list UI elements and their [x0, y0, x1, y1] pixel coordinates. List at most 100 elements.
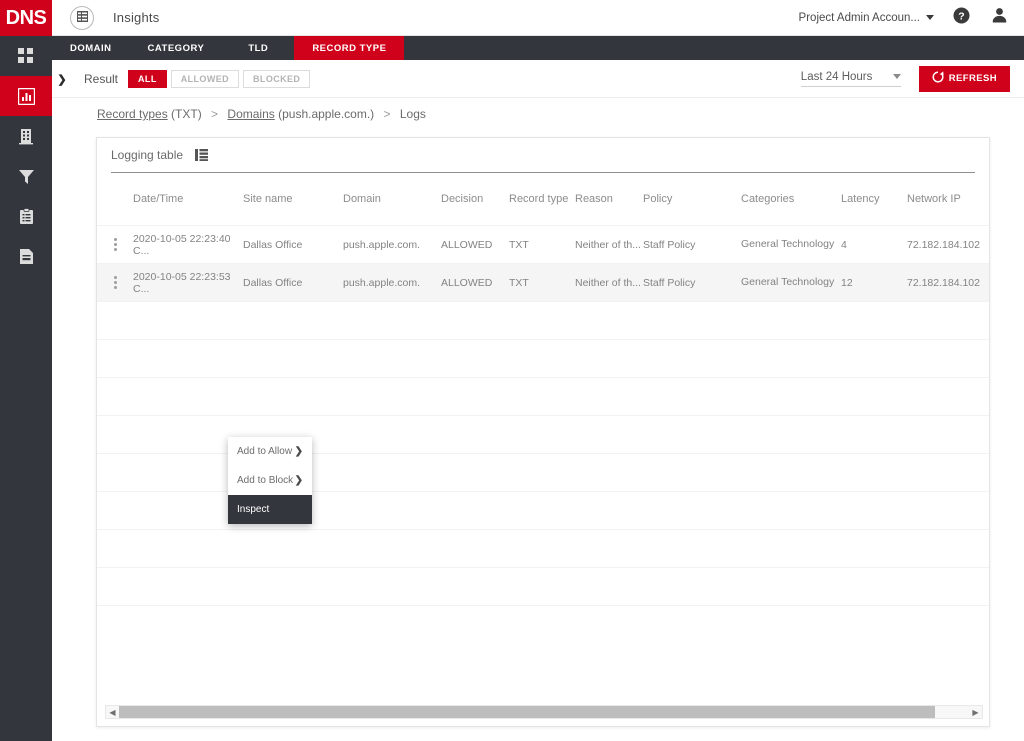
- brand-logo[interactable]: DNS: [0, 0, 52, 36]
- bar-chart-icon: [17, 87, 35, 105]
- context-menu-item-add-to-allow[interactable]: Add to Allow ❯: [228, 437, 312, 466]
- card-title: Logging table: [111, 148, 184, 162]
- refresh-button-label: REFRESH: [948, 73, 997, 84]
- column-header-date-time[interactable]: Date/Time: [133, 193, 243, 205]
- result-label: Result: [84, 71, 119, 86]
- table-columns-icon[interactable]: [195, 149, 209, 161]
- result-filter-blocked[interactable]: BLOCKED: [243, 69, 311, 88]
- tab-record-type-label: RECORD TYPE: [312, 42, 387, 54]
- refresh-button[interactable]: REFRESH: [918, 65, 1010, 92]
- dimension-tab-strip: DOMAIN CATEGORY TLD RECORD TYPE: [52, 36, 1024, 60]
- row-context-menu: Add to Allow ❯ Add to Block ❯ Inspect: [228, 437, 312, 524]
- table-empty-row: [97, 529, 989, 567]
- tab-record-type[interactable]: RECORD TYPE: [294, 36, 405, 60]
- chevron-down-icon: [892, 74, 901, 79]
- time-range-select[interactable]: Last 24 Hours: [800, 71, 901, 87]
- expand-sidebar-toggle[interactable]: ❯: [52, 60, 72, 98]
- app-grid-icon: [76, 9, 88, 27]
- result-segmented-control: ALL ALLOWED BLOCKED: [128, 69, 314, 88]
- row-actions-button[interactable]: [97, 238, 133, 251]
- app-switcher-button[interactable]: [70, 5, 94, 30]
- refresh-icon: [932, 71, 944, 86]
- breadcrumb-separator-1: >: [211, 107, 219, 121]
- user-menu-button[interactable]: [988, 7, 1010, 29]
- logging-table: Date/Time Site name Domain Decision Reco…: [97, 173, 989, 643]
- help-button[interactable]: ?: [950, 7, 972, 29]
- rail-item-policies[interactable]: [0, 196, 52, 236]
- row-actions-button[interactable]: [97, 276, 133, 289]
- column-header-network-ip[interactable]: Network IP: [907, 193, 997, 205]
- result-filter-bar: Result ALL ALLOWED BLOCKED Last 24 Hours…: [52, 60, 1024, 98]
- column-header-decision[interactable]: Decision: [441, 193, 509, 205]
- rail-item-dashboard[interactable]: [0, 36, 52, 76]
- column-header-categories[interactable]: Categories: [741, 192, 841, 207]
- chevron-right-icon: ❯: [294, 475, 303, 486]
- breadcrumb-record-type-value: (TXT): [171, 107, 202, 121]
- logging-table-card: Logging table Date/Time Site name Domain…: [96, 137, 990, 727]
- column-header-domain[interactable]: Domain: [343, 193, 441, 205]
- column-header-latency[interactable]: Latency: [841, 193, 907, 205]
- filter-bar-actions: Last 24 Hours REFRESH: [800, 65, 1024, 92]
- breadcrumb: Record types (TXT) > Domains (push.apple…: [97, 107, 426, 121]
- cell-network-ip: 72.182.184.102: [907, 276, 980, 289]
- table-header-row: Date/Time Site name Domain Decision Reco…: [97, 173, 989, 225]
- breadcrumb-current-logs: Logs: [399, 107, 426, 121]
- document-icon: [19, 248, 34, 265]
- tab-category-label: CATEGORY: [147, 42, 205, 54]
- cell-categories: General Technology: [741, 238, 835, 251]
- kebab-menu-icon: [113, 238, 117, 251]
- context-menu-item-add-to-block-label: Add to Block: [237, 475, 294, 486]
- rail-item-insights[interactable]: [0, 76, 52, 116]
- rail-item-sites[interactable]: [0, 116, 52, 156]
- funnel-icon: [18, 168, 35, 185]
- result-filter-blocked-label: BLOCKED: [253, 73, 301, 84]
- cell-record-type: TXT: [509, 276, 529, 289]
- left-nav-rail: DNS: [0, 0, 52, 741]
- context-menu-item-add-to-allow-label: Add to Allow: [237, 446, 293, 457]
- cell-latency: 4: [841, 238, 847, 251]
- result-filter-allowed[interactable]: ALLOWED: [170, 69, 240, 88]
- rail-item-list: [0, 36, 52, 276]
- column-header-reason[interactable]: Reason: [575, 193, 643, 205]
- column-header-site-name[interactable]: Site name: [243, 193, 343, 205]
- horizontal-scrollbar[interactable]: ◀ ▶: [105, 705, 983, 719]
- chevron-down-icon[interactable]: [926, 15, 934, 20]
- breadcrumb-link-record-types[interactable]: Record types: [97, 107, 168, 121]
- table-empty-row: [97, 605, 989, 643]
- cell-policy: Staff Policy: [643, 276, 696, 289]
- scrollbar-track[interactable]: [119, 706, 969, 718]
- cell-date-time: 2020-10-05 22:23:53 C...: [133, 270, 231, 295]
- top-header-bar: Insights Project Admin Accoun... ?: [52, 0, 1024, 36]
- tab-domain-label: DOMAIN: [70, 42, 112, 54]
- table-empty-row: [97, 377, 989, 415]
- column-header-record-type[interactable]: Record type: [509, 193, 575, 205]
- breadcrumb-link-domains[interactable]: Domains: [227, 107, 274, 121]
- tab-category[interactable]: CATEGORY: [130, 36, 223, 60]
- cell-site-name: Dallas Office: [243, 238, 303, 251]
- table-row[interactable]: 2020-10-05 22:23:40 C... Dallas Office p…: [97, 225, 989, 263]
- cell-domain: push.apple.com.: [343, 276, 421, 289]
- app-root: DNS Insights Project Admin Accoun... ? D…: [0, 0, 1024, 741]
- tab-tld[interactable]: TLD: [222, 36, 294, 60]
- table-empty-row: [97, 301, 989, 339]
- cell-date-time: 2020-10-05 22:23:40 C...: [133, 232, 231, 257]
- scrollbar-thumb[interactable]: [119, 706, 935, 718]
- clipboard-icon: [19, 207, 34, 225]
- scroll-right-arrow-icon[interactable]: ▶: [969, 708, 982, 717]
- main-content: Record types (TXT) > Domains (push.apple…: [52, 98, 1024, 741]
- rail-item-reports[interactable]: [0, 236, 52, 276]
- context-menu-item-inspect-label: Inspect: [237, 504, 270, 515]
- cell-reason: Neither of th...: [575, 238, 641, 251]
- column-header-policy[interactable]: Policy: [643, 193, 741, 205]
- context-menu-item-inspect[interactable]: Inspect: [228, 495, 312, 524]
- grid-icon: [18, 48, 34, 64]
- table-row[interactable]: 2020-10-05 22:23:53 C... Dallas Office p…: [97, 263, 989, 301]
- account-selector-label[interactable]: Project Admin Accoun...: [799, 12, 920, 24]
- tab-domain[interactable]: DOMAIN: [52, 36, 130, 60]
- brand-logo-text: DNS: [5, 6, 47, 29]
- context-menu-item-add-to-block[interactable]: Add to Block ❯: [228, 466, 312, 495]
- scroll-left-arrow-icon[interactable]: ◀: [106, 708, 119, 717]
- result-filter-all[interactable]: ALL: [128, 69, 167, 88]
- rail-item-filters[interactable]: [0, 156, 52, 196]
- cell-domain: push.apple.com.: [343, 238, 421, 251]
